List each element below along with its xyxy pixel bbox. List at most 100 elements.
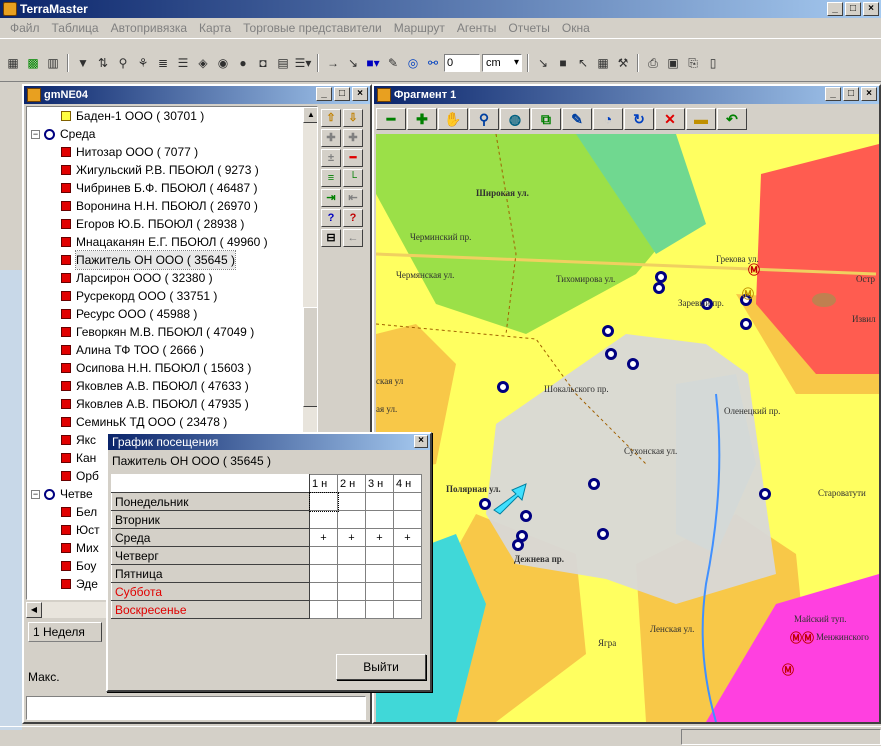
- map-canvas[interactable]: Ⓜ Ⓜ ⓂⓂ Ⓜ Полярный пр.Широкая ул.Черминск…: [376, 134, 879, 722]
- delete-icon[interactable]: ✕: [655, 108, 685, 130]
- move-down-button[interactable]: ⇩: [343, 109, 363, 127]
- ruler-icon[interactable]: ▬: [686, 108, 716, 130]
- globe-icon[interactable]: ◎: [404, 54, 422, 72]
- agents-icon[interactable]: ⚘: [134, 54, 152, 72]
- tree-item[interactable]: Алина ТФ ТОО ( 2666 ): [61, 341, 204, 359]
- help-button[interactable]: ?: [321, 209, 341, 227]
- route-stop-marker[interactable]: [653, 282, 665, 294]
- table-icon[interactable]: ▦: [4, 54, 22, 72]
- schedule-cell[interactable]: [365, 582, 394, 601]
- branch-button[interactable]: └: [343, 169, 363, 187]
- schedule-cell[interactable]: [308, 491, 339, 512]
- route-stop-marker[interactable]: [497, 381, 509, 393]
- expand-icon[interactable]: −: [31, 489, 40, 499]
- circle-icon[interactable]: ●: [234, 54, 252, 72]
- tree-group[interactable]: − Среда: [31, 125, 95, 143]
- circle-outline-icon[interactable]: ◉: [214, 54, 232, 72]
- route-stop-marker[interactable]: [740, 318, 752, 330]
- tree-item[interactable]: Егоров Ю.Б. ПБОЮЛ ( 28938 ): [61, 215, 244, 233]
- schedule-cell[interactable]: [393, 582, 422, 601]
- grid-green-icon[interactable]: ▩: [24, 54, 42, 72]
- menu-item[interactable]: Окна: [556, 18, 596, 38]
- schedule-cell[interactable]: [393, 564, 422, 583]
- route-stop-marker[interactable]: [655, 271, 667, 283]
- schedule-cell[interactable]: [337, 564, 366, 583]
- export-icon[interactable]: ▣: [664, 54, 682, 72]
- tree-item[interactable]: Мих: [61, 539, 99, 557]
- sort-icon[interactable]: ⇅: [94, 54, 112, 72]
- binoculars-icon[interactable]: ⚯: [424, 54, 442, 72]
- schedule-cell[interactable]: [393, 510, 422, 529]
- add-all-button[interactable]: ✚: [343, 129, 363, 147]
- route-stop-marker[interactable]: [627, 358, 639, 370]
- schedule-cell[interactable]: [309, 600, 338, 619]
- help-red-button[interactable]: ?: [343, 209, 363, 227]
- tree-item[interactable]: Баден-1 ООО ( 30701 ): [61, 107, 204, 125]
- schedule-cell[interactable]: [365, 492, 394, 511]
- refresh-icon[interactable]: ↻: [624, 108, 654, 130]
- report-icon[interactable]: ▤: [274, 54, 292, 72]
- tree-item[interactable]: Нитозар ООО ( 7077 ): [61, 143, 198, 161]
- copy-icon[interactable]: ⧉: [531, 108, 561, 130]
- tree-minimize-button[interactable]: _: [316, 87, 332, 101]
- schedule-cell[interactable]: [365, 564, 394, 583]
- schedule-cell[interactable]: [309, 510, 338, 529]
- schedule-cell[interactable]: [365, 600, 394, 619]
- find-icon[interactable]: ⚲: [114, 54, 132, 72]
- tree-item[interactable]: Ресурс ООО ( 45988 ): [61, 305, 197, 323]
- arrow-right-icon[interactable]: →: [324, 54, 342, 72]
- menu-item[interactable]: Отчеты: [502, 18, 555, 38]
- schedule-cell[interactable]: [337, 492, 366, 511]
- tree-item[interactable]: Эде: [61, 575, 98, 593]
- route-stop-marker[interactable]: [597, 528, 609, 540]
- tree-group[interactable]: − Четве: [31, 485, 93, 503]
- schedule-cell[interactable]: [337, 510, 366, 529]
- tree-item[interactable]: Ларсирон ООО ( 32380 ): [61, 269, 213, 287]
- tab-week-1[interactable]: 1 Неделя: [28, 622, 102, 642]
- schedule-cell[interactable]: [365, 510, 394, 529]
- tree-item[interactable]: Мнацаканян Е.Г. ПБОЮЛ ( 49960 ): [61, 233, 268, 251]
- route-stop-marker[interactable]: [605, 348, 617, 360]
- pan-hand-icon[interactable]: ✋: [438, 108, 468, 130]
- back-button[interactable]: ←: [343, 229, 363, 247]
- color-square-icon[interactable]: ■▾: [364, 54, 382, 72]
- tree-item[interactable]: Юст: [61, 521, 100, 539]
- list-icon[interactable]: ☰: [174, 54, 192, 72]
- schedule-cell[interactable]: [393, 546, 422, 565]
- tree-item[interactable]: Кан: [61, 449, 96, 467]
- remove-button[interactable]: ━: [343, 149, 363, 167]
- doc-icon[interactable]: ▯: [704, 54, 722, 72]
- exit-button[interactable]: Выйти: [336, 654, 426, 680]
- schedule-cell[interactable]: +: [309, 528, 338, 547]
- close-button[interactable]: ×: [863, 2, 879, 16]
- route-stop-marker[interactable]: [520, 510, 532, 522]
- schedule-cell[interactable]: [337, 546, 366, 565]
- schedule-cell[interactable]: +: [393, 528, 422, 547]
- enter-button[interactable]: ⇥: [321, 189, 341, 207]
- unit-select[interactable]: cm: [482, 54, 522, 72]
- scroll-up-icon[interactable]: ▲: [303, 107, 317, 123]
- search-field[interactable]: 0: [444, 54, 480, 72]
- menu-item[interactable]: Торговые представители: [237, 18, 388, 38]
- route-stop-marker[interactable]: [588, 478, 600, 490]
- compass-icon[interactable]: ◔: [593, 108, 623, 130]
- maximize-button[interactable]: □: [845, 2, 861, 16]
- scroll-thumb[interactable]: [303, 307, 317, 407]
- schedule-cell[interactable]: [393, 600, 422, 619]
- map-maximize-button[interactable]: □: [843, 87, 859, 101]
- copy-icon[interactable]: ⎘: [684, 54, 702, 72]
- tree-item[interactable]: Бел: [61, 503, 97, 521]
- schedule-cell[interactable]: [337, 582, 366, 601]
- dialog-close-button[interactable]: ×: [414, 435, 428, 448]
- filter-icon[interactable]: ▼: [74, 54, 92, 72]
- map-close-button[interactable]: ×: [861, 87, 877, 101]
- tree-item[interactable]: Якс: [61, 431, 96, 449]
- tree-item[interactable]: Боу: [61, 557, 96, 575]
- list-bold-icon[interactable]: ≣: [154, 54, 172, 72]
- columns-icon[interactable]: ▥: [44, 54, 62, 72]
- schedule-cell[interactable]: [337, 600, 366, 619]
- schedule-cell[interactable]: [309, 582, 338, 601]
- pointer-icon[interactable]: ↘: [344, 54, 362, 72]
- print-icon[interactable]: ⎙: [644, 54, 662, 72]
- tools-icon[interactable]: ⚒: [614, 54, 632, 72]
